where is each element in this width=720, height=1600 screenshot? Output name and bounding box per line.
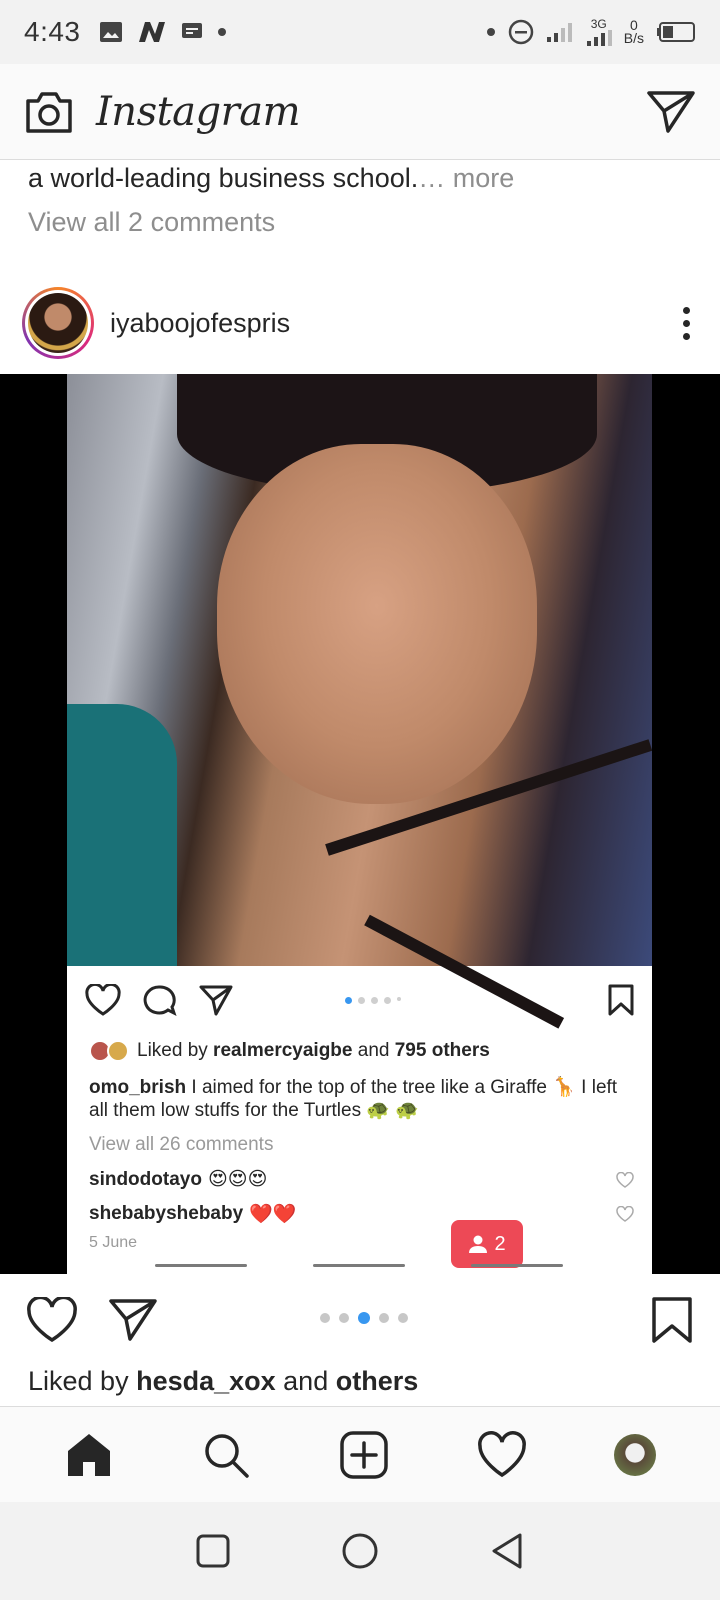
gesture-bar: [471, 1264, 563, 1267]
bookmark-icon: [608, 984, 634, 1016]
system-status: 3G 0 B/s: [486, 18, 696, 46]
instagram-logo: Instagram: [96, 88, 301, 135]
comment-text: ❤️❤️: [249, 1204, 297, 1225]
carousel-dot: [339, 1313, 349, 1323]
liked-by-line[interactable]: Liked by hesda_xox and others: [28, 1366, 418, 1397]
post-header: iyaboojofespris: [0, 284, 720, 362]
like-heart-icon[interactable]: [26, 1297, 78, 1343]
bottom-tab-bar: [0, 1406, 720, 1502]
gesture-bar: [313, 1264, 405, 1267]
embedded-caption: omo_brish I aimed for the top of the tre…: [89, 1076, 634, 1122]
embedded-screenshot: Liked by realmercyaigbe and 795 others o…: [67, 374, 652, 1274]
liked-by-others[interactable]: others: [336, 1366, 419, 1396]
notification-icons: [99, 20, 227, 44]
search-icon[interactable]: [201, 1431, 251, 1479]
comment-user: sindodotayo: [89, 1168, 202, 1190]
gallery-icon: [99, 22, 122, 42]
profile-avatar-icon[interactable]: [614, 1433, 657, 1476]
post-username[interactable]: iyaboojofespris: [110, 308, 290, 339]
embedded-post-date: 5 June: [89, 1234, 138, 1251]
small-heart-icon: [616, 1171, 634, 1188]
signal-icon-2: [586, 30, 612, 46]
embedded-liked-by: Liked by realmercyaigbe and 795 others: [89, 1040, 490, 1062]
small-heart-icon: [616, 1206, 634, 1222]
system-navigation-bar: [0, 1502, 720, 1600]
direct-message-icon[interactable]: [646, 89, 696, 135]
carousel-dot: [379, 1313, 389, 1323]
app-header: Instagram: [0, 64, 720, 160]
home-circle-icon[interactable]: [340, 1531, 380, 1571]
previous-post-caption: a world-leading business school.… more: [28, 160, 514, 196]
message-icon: [181, 23, 202, 38]
carousel-dot: [398, 1313, 408, 1323]
back-triangle-icon[interactable]: [489, 1532, 525, 1570]
status-time: 4:43: [24, 16, 81, 47]
more-options-icon[interactable]: [683, 306, 698, 340]
dot-icon: [486, 28, 495, 36]
liked-by-and: and: [275, 1366, 336, 1396]
recent-apps-icon[interactable]: [195, 1533, 231, 1569]
liker-avatar: [107, 1040, 129, 1062]
home-icon[interactable]: [64, 1431, 114, 1479]
embedded-comment: shebabyshebaby ❤️❤️: [89, 1202, 634, 1226]
comment-user: shebabyshebaby: [89, 1203, 244, 1224]
embedded-view-all-comments: View all 26 comments: [89, 1134, 274, 1155]
caption-text: a world-leading business school.: [28, 163, 419, 193]
share-icon: [199, 985, 233, 1016]
notification-count: 2: [494, 1232, 506, 1255]
avatar: [28, 293, 88, 353]
embedded-comment: sindodotayo 😍😍😍: [89, 1168, 634, 1191]
activity-heart-icon[interactable]: [477, 1430, 527, 1479]
portrait-photo: [67, 374, 652, 1029]
network-type: 3G: [586, 18, 612, 46]
carousel-indicator: [320, 1312, 408, 1324]
embedded-carousel-dots: [345, 996, 401, 1004]
heart-icon: [85, 984, 121, 1016]
liked-by-user[interactable]: hesda_xox: [136, 1366, 276, 1396]
data-speed: 0 B/s: [623, 18, 644, 46]
speed-unit: B/s: [623, 30, 644, 46]
network-label: 3G: [590, 17, 607, 31]
post-media[interactable]: Liked by realmercyaigbe and 795 others o…: [0, 374, 720, 1274]
do-not-disturb-icon: [508, 19, 534, 45]
liked-and: and: [352, 1040, 395, 1061]
status-bar: 4:43 3G 0 B/s: [0, 0, 720, 64]
share-send-icon[interactable]: [108, 1297, 158, 1343]
n-app-icon: [138, 22, 165, 42]
dot-icon: [217, 28, 226, 36]
notification-pill: 2: [451, 1220, 523, 1268]
save-bookmark-icon[interactable]: [650, 1296, 694, 1344]
person-icon: [469, 1235, 488, 1253]
embedded-action-row: [85, 980, 635, 1020]
battery-icon: [657, 22, 695, 42]
gesture-bar: [155, 1264, 247, 1267]
carousel-dot: [320, 1313, 330, 1323]
caption-user: omo_brish: [89, 1077, 187, 1098]
carousel-dot-active: [358, 1312, 370, 1324]
liked-by-prefix: Liked by: [28, 1366, 137, 1396]
comment-icon: [143, 985, 177, 1016]
story-ring-avatar[interactable]: [22, 287, 94, 359]
comment-text: 😍😍😍: [207, 1169, 268, 1190]
camera-icon[interactable]: [24, 89, 74, 135]
liked-count: 795 others: [394, 1040, 490, 1061]
signal-icon: [546, 23, 572, 42]
new-post-icon[interactable]: [339, 1430, 389, 1479]
liked-user: realmercyaigbe: [213, 1040, 353, 1061]
caption-more-link[interactable]: … more: [418, 163, 514, 193]
liked-prefix: Liked by: [137, 1040, 214, 1061]
view-all-comments-link[interactable]: View all 2 comments: [28, 204, 275, 240]
